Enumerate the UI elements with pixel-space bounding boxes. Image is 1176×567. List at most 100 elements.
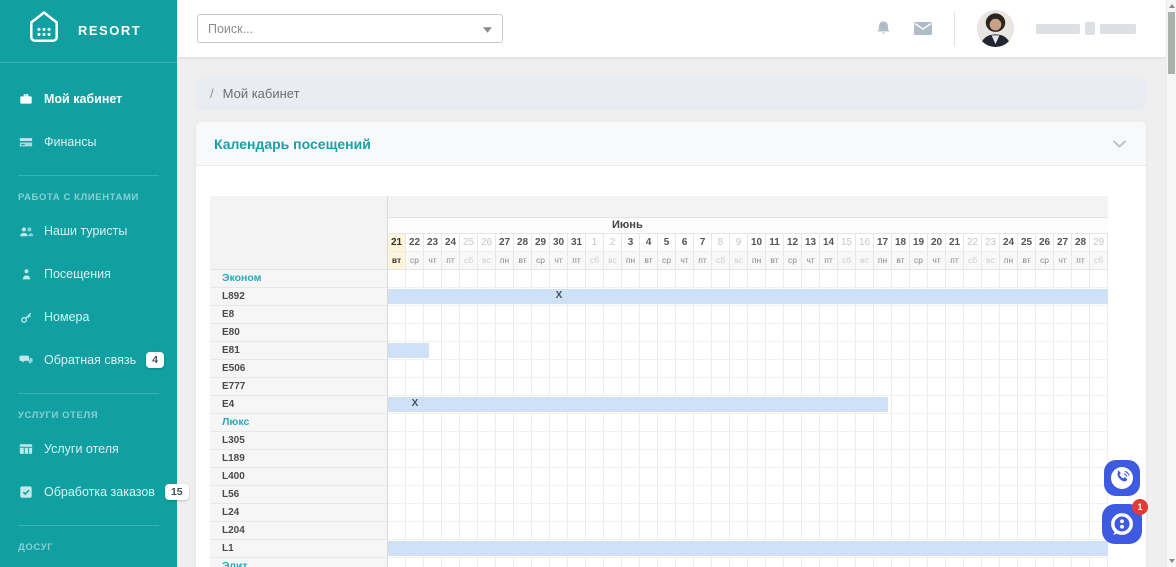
category-label: Элит [210,558,388,567]
calendar-grid-row[interactable]: X [388,396,1108,414]
booking-bar[interactable] [388,397,889,412]
room-label[interactable]: L305 [210,432,388,450]
day-header-cell: 23 [982,234,1000,251]
dow-header-cell: пн [1000,252,1018,269]
vertical-scrollbar[interactable] [1166,0,1176,567]
calendar-row: E777 [210,378,1132,396]
room-label[interactable]: E80 [210,324,388,342]
bell-icon[interactable] [875,20,892,37]
sidebar-item-users[interactable]: Наши туристы [18,221,159,241]
calendar-grid-row[interactable] [388,522,1108,540]
dow-header-cell: пт [946,252,964,269]
room-label[interactable]: L1 [210,540,388,558]
day-header-cell: 18 [892,234,910,251]
room-label[interactable]: L56 [210,486,388,504]
calendar-row: E8 [210,306,1132,324]
sidebar-item-label: Финансы [44,135,97,149]
sidebar-item-person[interactable]: Посещения [18,264,159,284]
calendar-grid-row[interactable] [388,378,1108,396]
dow-header-cell: пт [1072,252,1090,269]
calendar-row: L892 X [210,288,1132,306]
topbar: Поиск... [177,0,1166,57]
calendar-grid-row[interactable] [388,540,1108,558]
category-label: Эконом [210,270,388,288]
scrollbar-thumb[interactable] [1168,12,1175,74]
avatar[interactable] [977,10,1014,47]
calendar-right-column: Июнь 21 22 23 24 25 26 27 28 29 30 31 1 2 3 4 5 6 7 8 9 10 11… [388,196,1108,270]
calendar-grid-row[interactable] [388,360,1108,378]
booking-bar[interactable] [388,343,430,358]
room-label[interactable]: L204 [210,522,388,540]
logo-text: RESORT [78,22,142,38]
sidebar-item-checkbox[interactable]: Обработка заказов 15 [18,482,189,502]
calendar-grid-row[interactable] [388,324,1108,342]
sidebar-item-finance[interactable]: Финансы [18,132,159,152]
day-header-cell: 26 [1036,234,1054,251]
dow-header-cell: сб [964,252,982,269]
dow-header-cell: сб [460,252,478,269]
scroll-up-arrow-icon[interactable] [1169,4,1175,8]
sidebar-item-chat[interactable]: Обратная связь 4 [18,350,164,370]
day-header-cell: 27 [1054,234,1072,251]
divider [18,525,159,526]
room-label[interactable]: E8 [210,306,388,324]
calendar-grid-row[interactable] [388,414,1108,432]
calendar-grid-row[interactable] [388,558,1108,567]
dow-header-cell: вт [514,252,532,269]
calendar-row: L24 [210,504,1132,522]
dow-header-cell: ср [406,252,424,269]
booking-bar[interactable] [388,541,1108,556]
search-input[interactable]: Поиск... [197,14,503,43]
dow-header-cell: вт [388,252,406,269]
room-label[interactable]: E81 [210,342,388,360]
logo[interactable]: RESORT [0,0,177,56]
key-icon [18,311,34,324]
calendar-grid-row[interactable] [388,270,1108,288]
calendar-grid-row[interactable] [388,306,1108,324]
collapse-chevron-icon[interactable] [1113,140,1126,148]
mail-icon[interactable] [914,21,932,36]
chat-notification-badge: 1 [1132,499,1148,515]
room-label[interactable]: L400 [210,468,388,486]
category-label: Люкс [210,414,388,432]
calendar-grid-row[interactable] [388,450,1108,468]
day-header-cell: 22 [964,234,982,251]
calendar-grid-row[interactable] [388,342,1108,360]
room-label[interactable]: L892 [210,288,388,306]
sidebar-item-briefcase[interactable]: Мой кабинет [18,89,159,109]
dow-header-cell: сб [586,252,604,269]
chevron-down-icon [483,22,492,36]
day-header-cell: 6 [676,234,694,251]
day-header-cell: 9 [730,234,748,251]
day-header-cell: 2 [604,234,622,251]
calendar-row: L1 [210,540,1132,558]
dow-header-cell: ср [784,252,802,269]
sidebar-item-grid[interactable]: Услуги отеля [18,439,159,459]
calendar-grid-row[interactable] [388,486,1108,504]
sidebar-badge: 15 [164,484,189,500]
finance-icon [18,135,34,149]
day-header-cell: 8 [712,234,730,251]
booking-bar[interactable] [388,289,1108,304]
call-fab-button[interactable] [1104,460,1140,501]
dow-header-cell: чт [1054,252,1072,269]
day-header-cell: 15 [838,234,856,251]
room-label[interactable]: E777 [210,378,388,396]
scroll-down-arrow-icon[interactable] [1169,559,1175,563]
room-label[interactable]: L24 [210,504,388,522]
dow-header-cell: вс [982,252,1000,269]
calendar-grid-row[interactable]: X [388,288,1108,306]
calendar-grid-row[interactable] [388,504,1108,522]
day-header-cell: 28 [1072,234,1090,251]
room-label[interactable]: L189 [210,450,388,468]
calendar-grid-row[interactable] [388,432,1108,450]
dow-header-cell: вт [640,252,658,269]
day-header-cell: 23 [424,234,442,251]
sidebar-item-key[interactable]: Номера [18,307,159,327]
room-label[interactable]: E506 [210,360,388,378]
person-icon [18,268,34,281]
room-label[interactable]: E4 [210,396,388,414]
month-label: Июнь [612,219,643,231]
calendar-grid-row[interactable] [388,468,1108,486]
day-header-cell: 26 [478,234,496,251]
